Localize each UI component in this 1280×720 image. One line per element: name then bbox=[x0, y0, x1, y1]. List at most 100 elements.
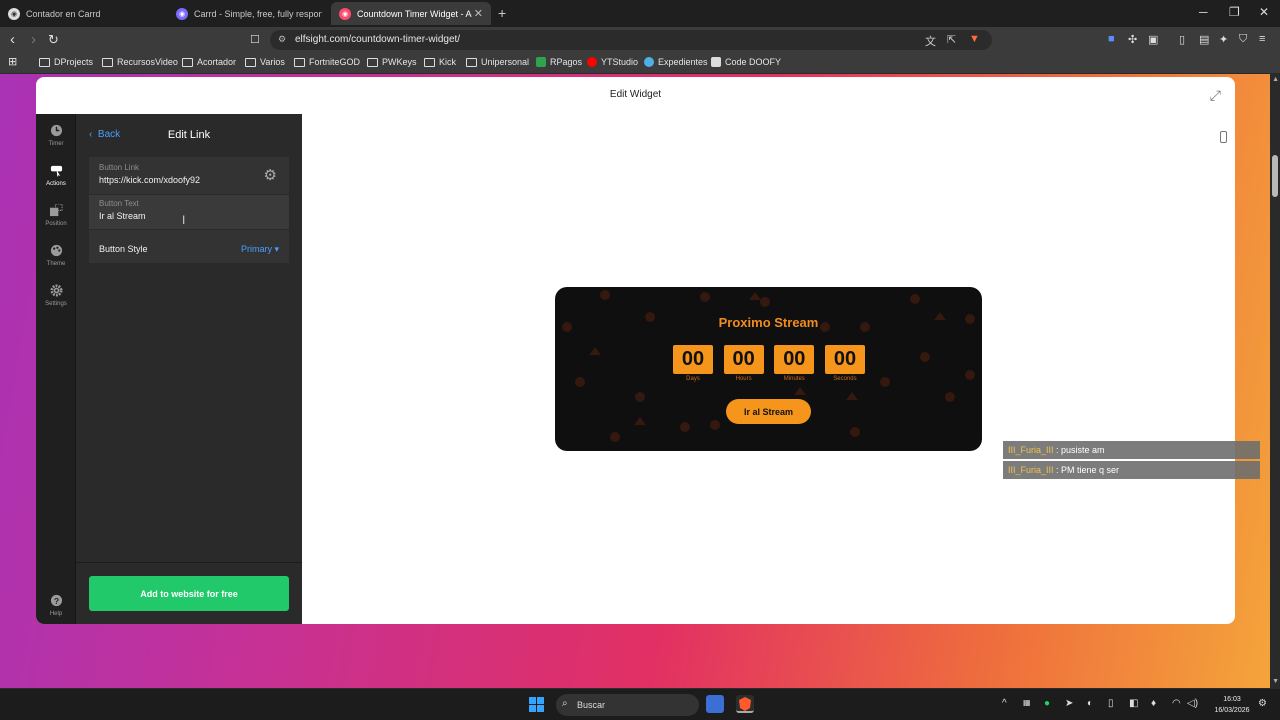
rail-item-help[interactable]: ? Help bbox=[36, 594, 76, 617]
bookmark-dprojects[interactable]: DProjects bbox=[39, 57, 93, 67]
spotify-icon[interactable]: ● bbox=[1044, 698, 1050, 709]
edit-widget-modal: Edit Widget ⤢ Timer Actions Position The… bbox=[36, 77, 1235, 624]
tab-bar: ◉ Contador en Carrd ◉ Carrd - Simple, fr… bbox=[0, 0, 1280, 27]
svg-text:?: ? bbox=[53, 596, 58, 606]
help-icon: ? bbox=[50, 594, 62, 607]
telegram-icon[interactable]: ➤ bbox=[1065, 698, 1073, 709]
app-tray-icon[interactable]: ◧ bbox=[1129, 698, 1138, 709]
bookmark-acortador[interactable]: Acortador bbox=[182, 57, 236, 67]
close-window-icon[interactable]: ✕ bbox=[1259, 5, 1269, 19]
document-icon bbox=[711, 57, 721, 67]
share-icon[interactable]: ⇱ bbox=[947, 33, 956, 46]
tab-carrd[interactable]: ◉ Carrd - Simple, free, fully responsive bbox=[168, 2, 330, 25]
globe-icon bbox=[644, 57, 654, 67]
menu-icon[interactable]: ≡ bbox=[1259, 33, 1265, 45]
palette-icon bbox=[50, 244, 62, 257]
site-info-icon[interactable]: ⚙ bbox=[278, 34, 286, 45]
rail-item-timer[interactable]: Timer bbox=[36, 124, 76, 147]
scroll-down-icon[interactable]: ▼ bbox=[1272, 678, 1279, 685]
carrd-favicon-icon: ◉ bbox=[176, 7, 188, 20]
forward-nav-icon[interactable]: › bbox=[31, 31, 36, 49]
windows-start-icon[interactable] bbox=[529, 697, 544, 712]
rail-item-theme[interactable]: Theme bbox=[36, 244, 76, 267]
button-style-select[interactable]: Primary ▾ bbox=[241, 244, 279, 255]
extension-icon[interactable]: ■ bbox=[1108, 33, 1115, 45]
notifications-icon[interactable]: ⚙ bbox=[1258, 698, 1267, 709]
microphone-icon[interactable]: ♦ bbox=[1151, 698, 1156, 709]
volume-icon[interactable]: ◁) bbox=[1187, 698, 1198, 709]
wifi-icon[interactable]: ◠ bbox=[1172, 698, 1181, 709]
tab-countdown-timer[interactable]: ◉ Countdown Timer Widget - Add ✕ bbox=[331, 2, 491, 25]
bookmark-expedientes[interactable]: Expedientes bbox=[644, 57, 708, 67]
folder-icon bbox=[367, 57, 378, 67]
edit-link-panel: ‹ Back Edit Link Button Link https://kic… bbox=[76, 114, 302, 624]
button-link-input[interactable]: https://kick.com/xdoofy92 bbox=[99, 175, 200, 185]
expand-icon[interactable]: ⤢ bbox=[1210, 87, 1221, 104]
leo-ai-icon[interactable]: ✦ bbox=[1219, 33, 1228, 46]
sidebar-icon[interactable]: ▯ bbox=[1179, 33, 1185, 46]
restore-icon[interactable]: ❐ bbox=[1229, 5, 1240, 19]
clock-icon bbox=[50, 124, 62, 137]
rail-item-actions[interactable]: Actions bbox=[36, 164, 76, 187]
panel-divider bbox=[76, 562, 302, 563]
new-tab-button[interactable]: + bbox=[498, 5, 506, 21]
bookmark-unipersonal[interactable]: Unipersonal bbox=[466, 57, 529, 67]
hours-label: Hours bbox=[735, 376, 752, 382]
sheets-icon bbox=[536, 57, 546, 67]
close-tab-icon[interactable]: ✕ bbox=[474, 7, 483, 20]
brave-shield-icon[interactable]: ▼ bbox=[969, 33, 980, 45]
scroll-up-icon[interactable]: ▲ bbox=[1272, 76, 1279, 83]
wallet-icon[interactable]: ▤ bbox=[1199, 33, 1209, 46]
minimize-icon[interactable]: ─ bbox=[1199, 5, 1208, 19]
rail-item-settings[interactable]: Settings bbox=[36, 284, 76, 307]
vpn-shield-icon[interactable]: ⛉ bbox=[1239, 33, 1247, 46]
button-text-field[interactable]: Button Text Ir al Stream bbox=[89, 195, 289, 229]
discord-icon[interactable]: ◐ bbox=[1087, 698, 1093, 709]
rail-item-position[interactable]: Position bbox=[36, 204, 76, 227]
system-clock[interactable]: 16:03 16/03/2026 bbox=[1210, 694, 1254, 716]
bookmark-page-icon[interactable]: ☐ bbox=[250, 31, 260, 49]
phone-icon[interactable]: ▯ bbox=[1108, 698, 1114, 709]
media-icon[interactable]: ▣ bbox=[1148, 33, 1158, 46]
button-link-field[interactable]: Button Link https://kick.com/xdoofy92 ⚙ bbox=[89, 157, 289, 194]
keyboard-icon[interactable]: ▦ bbox=[1023, 698, 1031, 707]
folder-icon bbox=[102, 57, 113, 67]
tab-contador-carrd[interactable]: ◉ Contador en Carrd bbox=[0, 2, 168, 25]
bookmark-fortnitegod[interactable]: FortniteGOD bbox=[294, 57, 360, 67]
countdown-days: 00 Days bbox=[673, 345, 713, 385]
button-style-field[interactable]: Button Style Primary ▾ bbox=[89, 230, 289, 263]
bookmark-ytstudio[interactable]: YTStudio bbox=[587, 57, 638, 67]
translate-icon[interactable]: 文 bbox=[925, 33, 936, 49]
button-text-label: Button Text bbox=[99, 199, 139, 208]
add-to-website-button[interactable]: Add to website for free bbox=[89, 576, 289, 611]
days-value: 00 bbox=[673, 345, 713, 374]
bookmark-varios[interactable]: Varios bbox=[245, 57, 285, 67]
mobile-preview-icon[interactable] bbox=[1220, 131, 1227, 143]
bookmark-kick[interactable]: Kick bbox=[424, 57, 456, 67]
position-icon bbox=[49, 204, 63, 217]
button-text-input[interactable]: Ir al Stream bbox=[99, 211, 146, 221]
carrd-favicon-icon: ◉ bbox=[8, 7, 20, 20]
folder-icon bbox=[39, 57, 50, 67]
bookmark-recursosvideo[interactable]: RecursosVideo bbox=[102, 57, 178, 67]
page-scrollbar-thumb[interactable] bbox=[1272, 155, 1278, 197]
widget-cta-button[interactable]: Ir al Stream bbox=[726, 399, 811, 424]
button-style-label: Button Style bbox=[99, 244, 148, 254]
reload-icon[interactable]: ↻ bbox=[48, 31, 59, 49]
text-cursor-icon: I bbox=[182, 213, 186, 227]
taskbar-search[interactable]: ⌕ Buscar bbox=[556, 694, 699, 716]
chat-message: III_Furia_III : pusiste am bbox=[1003, 441, 1260, 459]
cursor-click-icon bbox=[50, 165, 62, 177]
brave-browser-icon[interactable] bbox=[736, 695, 754, 713]
bookmark-code-doofy[interactable]: Code DOOFY bbox=[711, 57, 781, 67]
apps-grid-icon[interactable]: ⊞ bbox=[8, 55, 17, 68]
taskbar-app-icon[interactable] bbox=[706, 695, 724, 713]
address-bar[interactable]: ⚙ elfsight.com/countdown-timer-widget/ 文… bbox=[270, 30, 992, 50]
back-nav-icon[interactable]: ‹ bbox=[10, 31, 15, 49]
caret-down-icon: ▾ bbox=[274, 244, 279, 254]
bookmark-rpagos[interactable]: RPagos bbox=[536, 57, 582, 67]
bookmark-pwkeys[interactable]: PWKeys bbox=[367, 57, 417, 67]
gear-icon[interactable]: ⚙ bbox=[264, 166, 277, 184]
puzzle-icon[interactable]: ✣ bbox=[1128, 33, 1137, 46]
tray-overflow-icon[interactable]: ^ bbox=[1002, 698, 1007, 709]
